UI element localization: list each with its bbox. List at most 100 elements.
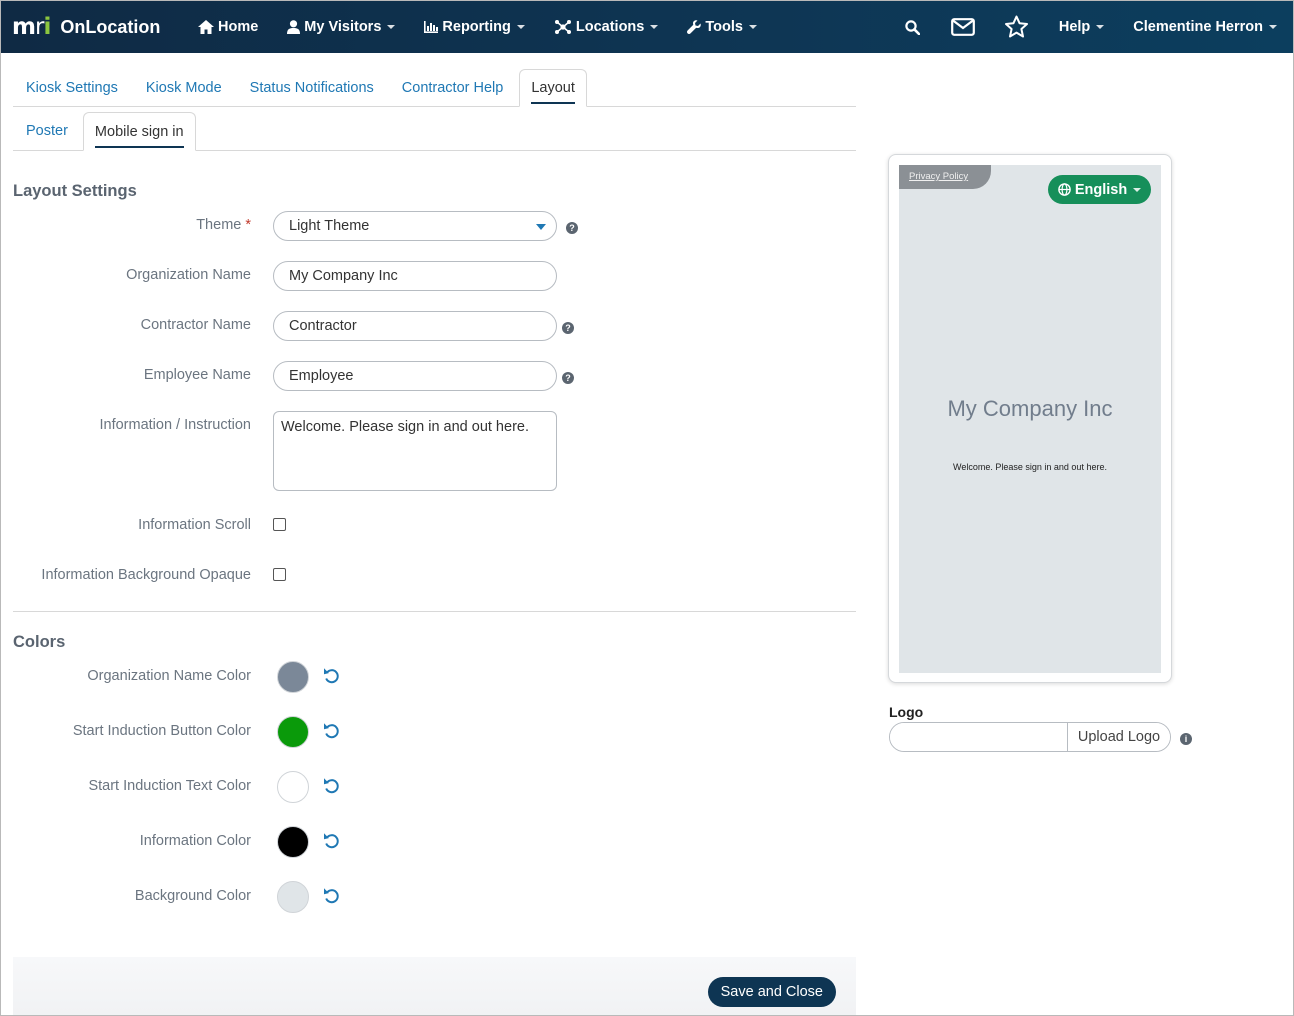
top-navbar: mri OnLocation Home My Visitors Reportin… bbox=[1, 1, 1293, 53]
star-icon bbox=[1005, 15, 1029, 38]
information-label: Information / Instruction bbox=[99, 417, 251, 433]
employee-name-label: Employee Name bbox=[143, 367, 251, 383]
preview-org-name: My Company Inc bbox=[947, 396, 1113, 421]
information-textarea[interactable]: Welcome. Please sign in and out here. bbox=[273, 411, 557, 491]
chevron-down-icon bbox=[387, 25, 396, 29]
search-icon bbox=[905, 19, 921, 35]
nav-my-visitors[interactable]: My Visitors bbox=[287, 1, 396, 53]
info-icon[interactable]: i bbox=[1180, 733, 1192, 745]
user-name: Clementine Herron bbox=[1133, 19, 1263, 35]
navbar-right: Help Clementine Herron bbox=[903, 1, 1293, 53]
network-icon bbox=[554, 20, 571, 34]
user-icon bbox=[287, 20, 301, 34]
chevron-down-icon bbox=[748, 25, 757, 29]
chart-icon bbox=[424, 21, 439, 33]
org-name-label: Organization Name bbox=[126, 267, 251, 283]
layout-subtabs: Poster Mobile sign in bbox=[13, 112, 856, 151]
chevron-down-icon bbox=[650, 25, 659, 29]
layout-settings-title: Layout Settings bbox=[13, 182, 137, 200]
tab-layout[interactable]: Layout bbox=[519, 69, 587, 107]
nav-reporting[interactable]: Reporting bbox=[424, 1, 525, 53]
preview-screen: Privacy Policy English My Company Inc We… bbox=[899, 165, 1161, 673]
tab-kiosk-settings[interactable]: Kiosk Settings bbox=[13, 69, 132, 106]
reset-icon[interactable] bbox=[323, 833, 341, 851]
theme-select-value: Light Theme bbox=[289, 218, 370, 234]
chevron-down-icon bbox=[1269, 25, 1277, 29]
privacy-policy-link[interactable]: Privacy Policy bbox=[899, 165, 991, 189]
contractor-help-icon[interactable]: ? bbox=[562, 322, 574, 334]
subtab-poster[interactable]: Poster bbox=[13, 112, 82, 150]
subtab-mobile-sign-in-label: Mobile sign in bbox=[94, 124, 184, 148]
language-button[interactable]: English bbox=[1048, 175, 1151, 204]
form-footer: Save and Close bbox=[13, 957, 856, 1015]
color-label: Information Color bbox=[139, 833, 251, 849]
background-opaque-checkbox[interactable] bbox=[273, 568, 286, 581]
org-name-input[interactable] bbox=[273, 261, 557, 291]
logo-file-input[interactable] bbox=[890, 723, 1067, 751]
information-scroll-label: Information Scroll bbox=[138, 517, 251, 533]
theme-label-text: Theme bbox=[196, 217, 242, 233]
color-label: Organization Name Color bbox=[87, 668, 251, 684]
save-and-close-button[interactable]: Save and Close bbox=[707, 977, 836, 1007]
information-scroll-checkbox[interactable] bbox=[273, 518, 286, 531]
required-marker: * bbox=[245, 217, 251, 233]
theme-help-icon[interactable]: ? bbox=[566, 222, 578, 234]
mobile-preview: Privacy Policy English My Company Inc We… bbox=[888, 154, 1172, 683]
theme-label: Theme * bbox=[196, 217, 251, 233]
user-menu[interactable]: Clementine Herron bbox=[1133, 1, 1277, 53]
reset-icon[interactable] bbox=[323, 778, 341, 796]
brand[interactable]: mri OnLocation bbox=[12, 14, 192, 40]
theme-select[interactable]: Light Theme bbox=[273, 211, 557, 241]
settings-tabs: Kiosk Settings Kiosk Mode Status Notific… bbox=[13, 69, 856, 107]
contractor-name-label: Contractor Name bbox=[140, 317, 251, 333]
tab-contractor-help[interactable]: Contractor Help bbox=[388, 69, 518, 106]
color-label: Start Induction Text Color bbox=[88, 778, 251, 794]
tab-layout-label: Layout bbox=[531, 80, 575, 104]
text-color-swatch[interactable] bbox=[277, 771, 309, 803]
messages-button[interactable] bbox=[950, 18, 976, 36]
tab-status-notifications[interactable]: Status Notifications bbox=[236, 69, 388, 106]
information-color-swatch[interactable] bbox=[277, 826, 309, 858]
nav-locations-label: Locations bbox=[575, 19, 645, 35]
logo-label: Logo bbox=[889, 704, 924, 720]
globe-icon bbox=[1058, 183, 1071, 196]
chevron-down-icon bbox=[516, 25, 525, 29]
nav-home-label: Home bbox=[218, 19, 259, 35]
nav-my-visitors-label: My Visitors bbox=[304, 19, 382, 35]
wrench-icon bbox=[687, 20, 702, 34]
mri-logo: mri bbox=[12, 14, 51, 40]
button-color-swatch[interactable] bbox=[277, 716, 309, 748]
org-name-color-swatch[interactable] bbox=[277, 661, 309, 693]
subtab-mobile-sign-in[interactable]: Mobile sign in bbox=[82, 112, 196, 151]
color-label: Start Induction Button Color bbox=[72, 723, 251, 739]
reset-icon[interactable] bbox=[323, 723, 341, 741]
section-divider bbox=[13, 611, 856, 612]
nav-tools[interactable]: Tools bbox=[687, 1, 757, 53]
nav-home[interactable]: Home bbox=[198, 1, 258, 53]
chevron-down-icon bbox=[1133, 187, 1142, 192]
logo-upload-group: Upload Logo bbox=[889, 722, 1171, 752]
nav-locations[interactable]: Locations bbox=[554, 1, 659, 53]
employee-name-input[interactable] bbox=[273, 361, 557, 391]
employee-help-icon[interactable]: ? bbox=[562, 372, 574, 384]
chevron-down-icon bbox=[536, 224, 546, 230]
nav-tools-label: Tools bbox=[705, 19, 743, 35]
nav-help-label: Help bbox=[1058, 19, 1091, 35]
tab-kiosk-mode[interactable]: Kiosk Mode bbox=[132, 69, 236, 106]
app-name: OnLocation bbox=[60, 16, 161, 37]
favorites-button[interactable] bbox=[1004, 15, 1030, 39]
background-color-swatch[interactable] bbox=[277, 881, 309, 913]
contractor-name-input[interactable] bbox=[273, 311, 557, 341]
color-label: Background Color bbox=[134, 888, 251, 904]
search-button[interactable] bbox=[903, 19, 923, 35]
colors-title: Colors bbox=[13, 633, 66, 651]
reset-icon[interactable] bbox=[323, 668, 341, 686]
background-opaque-label: Information Background Opaque bbox=[41, 567, 251, 583]
language-label: English bbox=[1074, 181, 1128, 198]
reset-icon[interactable] bbox=[323, 888, 341, 906]
nav-reporting-label: Reporting bbox=[442, 19, 511, 35]
upload-logo-button[interactable]: Upload Logo bbox=[1067, 723, 1170, 751]
home-icon bbox=[198, 20, 214, 34]
nav-help[interactable]: Help bbox=[1058, 1, 1105, 53]
envelope-icon bbox=[950, 18, 975, 36]
